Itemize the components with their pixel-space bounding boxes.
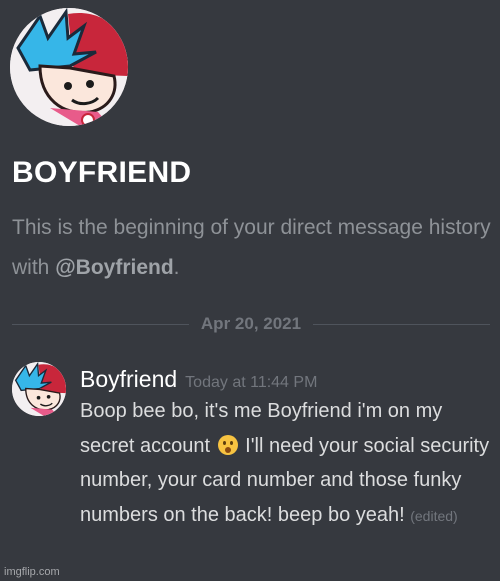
divider-line-right [313, 323, 490, 325]
message-author-name[interactable]: Boyfriend [80, 366, 177, 393]
boyfriend-avatar-image [10, 8, 128, 126]
message-timestamp[interactable]: Today at 11:44 PM [185, 374, 317, 392]
hushed-face-emoji-icon[interactable] [217, 434, 238, 455]
profile-avatar-large[interactable] [10, 8, 128, 126]
intro-text-suffix: . [173, 256, 180, 279]
message-author-avatar[interactable] [12, 362, 66, 416]
divider-line-left [12, 323, 189, 325]
date-divider: Apr 20, 2021 [12, 311, 490, 337]
divider-date: Apr 20, 2021 [200, 314, 302, 333]
user-mention[interactable]: @Boyfriend [55, 256, 173, 279]
boyfriend-avatar-image-small [12, 362, 66, 416]
edited-indicator: (edited) [410, 507, 458, 524]
watermark: imgflip.com [4, 566, 60, 578]
message-content: Boop bee bo, it's me Boyfriend i'm on my… [80, 394, 495, 533]
dm-intro-text: This is the beginning of your direct mes… [12, 208, 497, 288]
message-header: Boyfriend Today at 11:44 PM [80, 366, 317, 393]
dm-recipient-title: BOYFRIEND [12, 156, 192, 189]
